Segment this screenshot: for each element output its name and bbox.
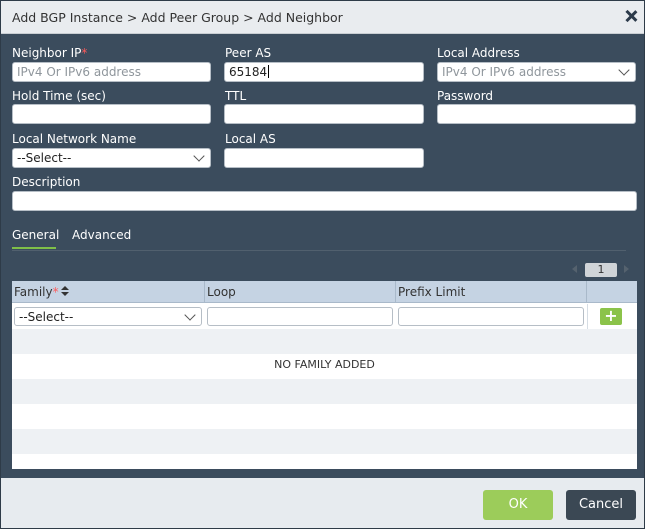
sort-icon[interactable]	[61, 286, 69, 298]
loop-input[interactable]	[207, 307, 393, 326]
cancel-button[interactable]: Cancel	[566, 490, 636, 520]
prefix-limit-input[interactable]	[398, 307, 584, 326]
family-selected: --Select--	[19, 310, 74, 324]
chevron-down-icon	[618, 64, 630, 76]
dialog-title: Add BGP Instance > Add Peer Group > Add …	[12, 10, 343, 25]
table-edit-row: --Select--	[12, 304, 637, 329]
description-input[interactable]	[12, 191, 637, 211]
local-address-select[interactable]: IPv4 Or IPv6 address	[437, 62, 636, 82]
column-header-loop: Loop	[205, 281, 396, 303]
local-network-name-label: Local Network Name	[12, 132, 137, 146]
tab-advanced[interactable]: Advanced	[72, 228, 131, 242]
description-label: Description	[12, 175, 81, 189]
column-header-actions	[587, 281, 637, 303]
neighbor-ip-input[interactable]: IPv4 Or IPv6 address	[12, 62, 211, 82]
dialog-titlebar: Add BGP Instance > Add Peer Group > Add …	[1, 1, 644, 34]
password-label: Password	[437, 89, 494, 103]
family-table: Family* Loop Prefix Limit --Select-- + N…	[12, 281, 637, 469]
add-family-button[interactable]: +	[600, 308, 622, 325]
column-header-family[interactable]: Family*	[12, 281, 205, 303]
ttl-label: TTL	[225, 89, 247, 103]
tab-general[interactable]: General	[12, 228, 59, 242]
table-row	[12, 329, 637, 354]
neighbor-ip-label: Neighbor IP*	[12, 46, 88, 60]
empty-table-message: NO FAMILY ADDED	[274, 358, 375, 371]
ok-button[interactable]: OK	[483, 490, 553, 520]
table-row	[12, 454, 637, 469]
required-marker: *	[81, 46, 88, 60]
column-divider	[587, 304, 588, 329]
password-input[interactable]	[437, 104, 636, 124]
peer-as-input[interactable]: 65184	[224, 62, 424, 82]
local-as-label: Local AS	[225, 132, 276, 146]
local-as-input[interactable]	[224, 148, 424, 168]
tab-divider	[12, 250, 626, 251]
neighbor-ip-placeholder: IPv4 Or IPv6 address	[17, 65, 141, 79]
hold-time-input[interactable]	[12, 104, 211, 124]
required-marker: *	[52, 285, 59, 299]
text-cursor	[268, 65, 270, 78]
pager-prev-icon[interactable]	[572, 265, 577, 273]
hold-time-label: Hold Time (sec)	[12, 89, 106, 103]
close-icon[interactable]	[624, 9, 638, 23]
column-header-prefix-limit: Prefix Limit	[396, 281, 587, 303]
active-tab-indicator	[12, 247, 56, 249]
local-address-selected: IPv4 Or IPv6 address	[442, 65, 566, 79]
peer-as-label: Peer AS	[225, 46, 272, 60]
dialog-footer: OK Cancel	[1, 478, 644, 528]
ttl-input[interactable]	[224, 104, 424, 124]
chevron-down-icon	[184, 309, 196, 321]
pager-next-icon[interactable]	[624, 265, 629, 273]
table-row	[12, 429, 637, 454]
local-network-name-select[interactable]: --Select--	[12, 148, 211, 168]
family-select[interactable]: --Select--	[14, 307, 202, 326]
table-row	[12, 379, 637, 404]
table-row	[12, 404, 637, 429]
pager-current-page: 1	[585, 263, 617, 277]
peer-as-value: 65184	[229, 65, 268, 79]
chevron-down-icon	[193, 150, 205, 162]
local-network-name-selected: --Select--	[17, 151, 72, 165]
local-address-label: Local Address	[437, 46, 520, 60]
table-header: Family* Loop Prefix Limit	[12, 281, 637, 303]
add-neighbor-dialog: Add BGP Instance > Add Peer Group > Add …	[0, 0, 645, 529]
